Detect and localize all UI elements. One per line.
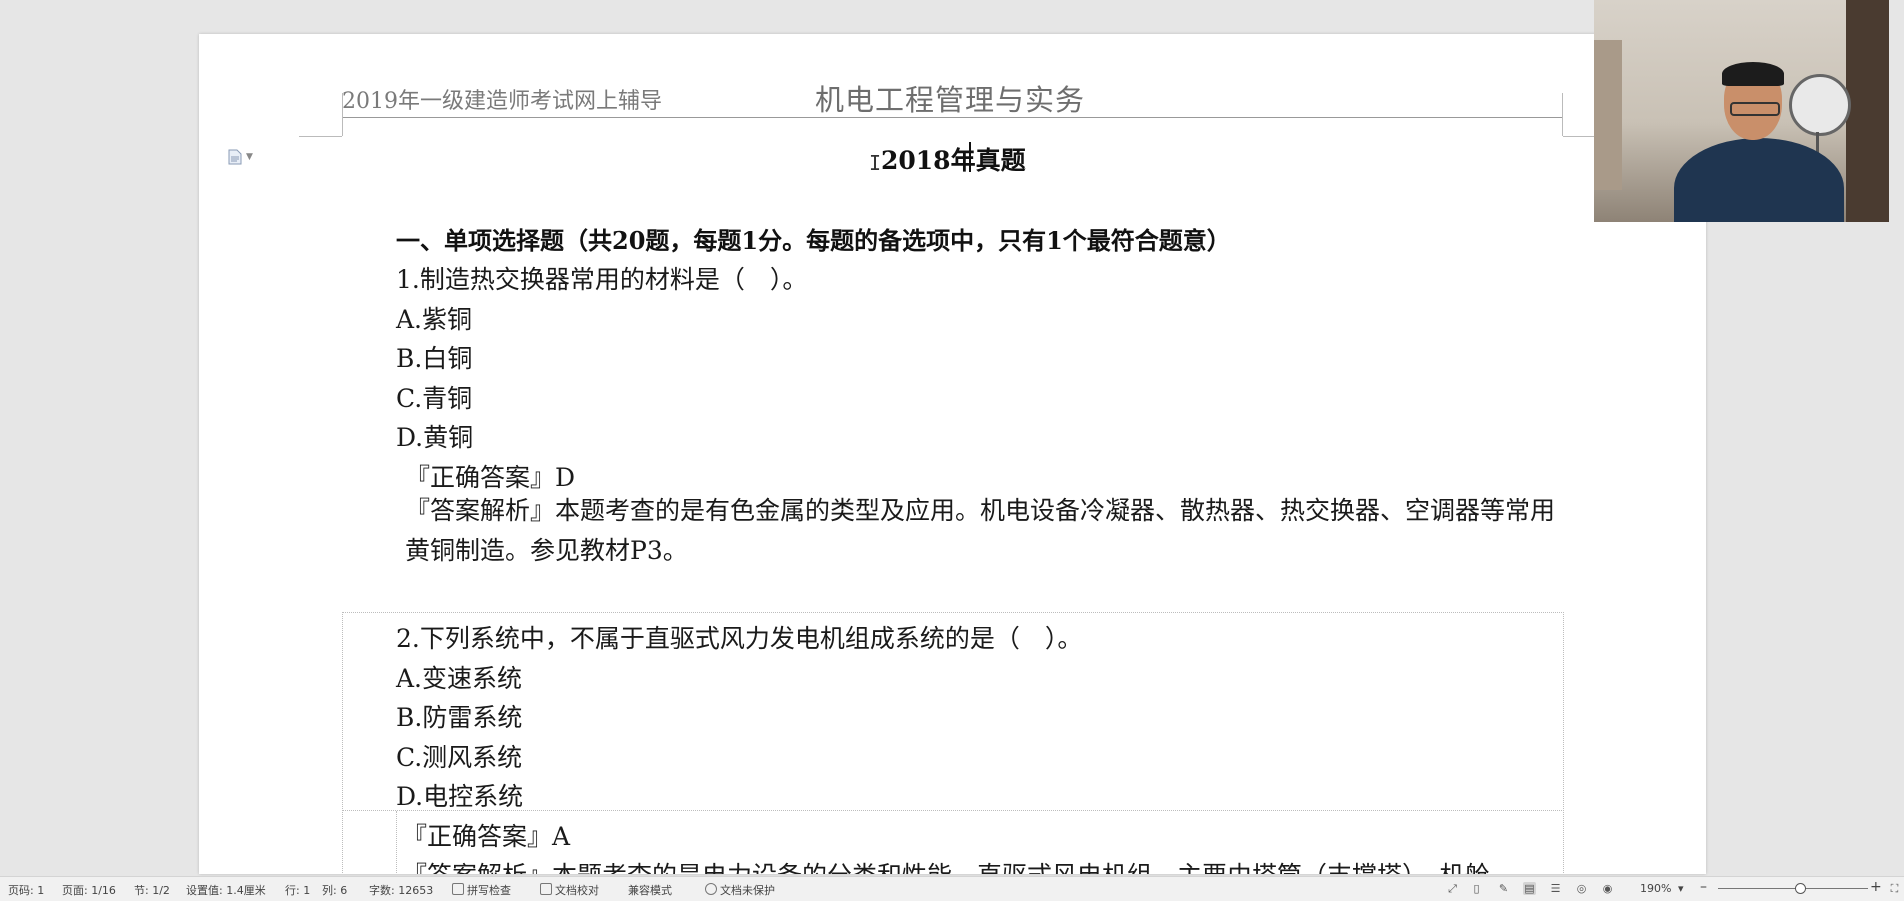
question-2-option-c: C.测风系统 <box>396 743 523 772</box>
webcam-background-fan <box>1789 74 1851 136</box>
document-title: 2018年真题 <box>881 146 1026 175</box>
chevron-down-icon[interactable]: ▾ <box>1678 882 1684 895</box>
status-compat: 兼容模式 <box>628 884 672 897</box>
section-heading: 一、单项选择题（共20题，每题1分。每题的备选项中，只有1个最符合题意） <box>396 226 1231 255</box>
webcam-background-door <box>1846 0 1889 222</box>
webcam-presenter-glasses <box>1730 102 1780 116</box>
margin-mark-left <box>342 93 343 136</box>
read-mode-icon[interactable]: ▯ <box>1470 882 1483 895</box>
protect-button[interactable]: 文档未保护 <box>705 882 775 898</box>
proofread-label: 文档校对 <box>555 884 599 897</box>
question-2-divider <box>342 810 1562 811</box>
proofread-button[interactable]: 文档校对 <box>540 882 599 898</box>
question-1-option-c: C.青铜 <box>396 384 473 413</box>
status-page[interactable]: 页面: 1/16 <box>62 882 116 898</box>
zoom-level[interactable]: 190% <box>1640 882 1671 895</box>
zoom-out-button[interactable]: – <box>1700 879 1707 895</box>
question-2-option-b: B.防雷系统 <box>396 703 523 732</box>
outline-view-icon[interactable]: ☰ <box>1549 882 1562 895</box>
status-setting[interactable]: 设置值: 1.4厘米 <box>186 882 266 898</box>
status-bar: 页码: 1 页面: 1/16 节: 1/2 设置值: 1.4厘米 行: 1 列:… <box>0 876 1904 901</box>
status-page-code[interactable]: 页码: 1 <box>8 882 44 898</box>
webcam-background-shelf <box>1594 40 1622 190</box>
doc-icon[interactable] <box>228 149 242 165</box>
spellcheck-label: 拼写检查 <box>467 884 511 897</box>
question-2-answer: 『正确答案』A <box>402 822 571 851</box>
edit-icon[interactable]: ✎ <box>1497 882 1510 895</box>
proofread-icon <box>540 883 552 895</box>
question-1-answer: 『正确答案』D <box>405 463 576 492</box>
webcam-overlay <box>1594 0 1889 222</box>
question-2-option-d: D.电控系统 <box>396 782 524 811</box>
spellcheck-icon <box>452 883 464 895</box>
answer-frame-edge <box>396 811 397 874</box>
page-header: 2019年一级建造师考试网上辅导 机电工程管理与实务 <box>199 59 1706 129</box>
fit-icon[interactable]: ⛶ <box>1888 882 1901 895</box>
question-2-analysis: 『答案解析』本题考查的是电力设备的分类和性能。直驱式风电机组，主要由塔筒（支撑塔… <box>402 856 1490 874</box>
question-1-stem: 1.制造热交换器常用的材料是（ ）。 <box>396 265 808 294</box>
question-1-option-a: A.紫铜 <box>396 305 473 334</box>
zoom-slider[interactable] <box>1718 888 1868 889</box>
header-center-text: 机电工程管理与实务 <box>815 83 1086 117</box>
protect-label: 文档未保护 <box>720 884 775 897</box>
header-rule <box>342 117 1562 118</box>
zoom-in-button[interactable]: + <box>1870 879 1882 895</box>
question-1-option-d: D.黄铜 <box>396 423 474 452</box>
question-2-stem: 2.下列系统中，不属于直驱式风力发电机组成系统的是（ ）。 <box>396 624 1083 653</box>
status-row[interactable]: 行: 1 <box>285 882 310 898</box>
eye-protect-icon[interactable]: ◉ <box>1601 882 1614 895</box>
chevron-down-icon[interactable]: ▼ <box>246 152 253 162</box>
webcam-presenter-hair <box>1722 62 1784 86</box>
fullscreen-icon[interactable]: ⤢ <box>1446 882 1459 895</box>
question-2-option-a: A.变速系统 <box>396 664 523 693</box>
status-col[interactable]: 列: 6 <box>322 882 347 898</box>
margin-mark-right <box>1562 93 1563 136</box>
text-caret <box>969 142 971 172</box>
shield-icon <box>705 883 717 895</box>
status-section[interactable]: 节: 1/2 <box>134 882 170 898</box>
header-left-text: 2019年一级建造师考试网上辅导 <box>342 89 662 114</box>
zoom-slider-thumb[interactable] <box>1795 883 1806 894</box>
question-1-analysis: 『答案解析』本题考查的是有色金属的类型及应用。机电设备冷凝器、散热器、热交换器、… <box>405 496 1556 565</box>
web-view-icon[interactable]: ◎ <box>1575 882 1588 895</box>
document-page[interactable]: 2019年一级建造师考试网上辅导 机电工程管理与实务 ▼ I 2018年真题 一… <box>199 34 1706 874</box>
page-view-icon[interactable]: ▤ <box>1523 882 1536 895</box>
spellcheck-button[interactable]: 拼写检查 <box>452 882 511 898</box>
question-1-option-b: B.白铜 <box>396 344 473 373</box>
ibeam-cursor-icon: I <box>869 151 882 175</box>
status-wordcount[interactable]: 字数: 12653 <box>369 882 433 898</box>
margin-mark-left-h <box>299 136 342 137</box>
